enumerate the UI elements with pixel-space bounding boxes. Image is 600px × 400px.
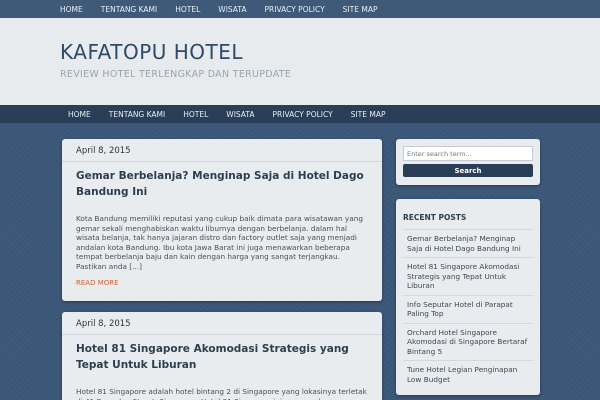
recent-posts-widget: RECENT POSTS Gemar Berbelanja? Menginap … <box>396 199 540 395</box>
main-nav-home[interactable]: HOME <box>68 110 91 119</box>
read-more-link[interactable]: READ MORE <box>62 272 382 287</box>
top-nav-wisata[interactable]: WISATA <box>218 5 246 14</box>
top-nav-site-map[interactable]: SITE MAP <box>343 5 378 14</box>
recent-post-link[interactable]: Info Seputar Hotel di Parapat Paling Top <box>403 294 533 323</box>
post-card: April 8, 2015 Gemar Berbelanja? Menginap… <box>62 139 382 301</box>
post-date: April 8, 2015 <box>62 139 382 162</box>
post-excerpt: Hotel 81 Singapore adalah hotel bintang … <box>76 387 367 400</box>
site-title[interactable]: KAFATOPU HOTEL <box>60 40 243 64</box>
post-date: April 8, 2015 <box>62 312 382 335</box>
post-card: April 8, 2015 Hotel 81 Singapore Akomoda… <box>62 312 382 400</box>
recent-post-link[interactable]: Hotel 81 Singapore Akomodasi Strategis y… <box>403 257 533 295</box>
top-nav-home[interactable]: HOME <box>60 5 83 14</box>
top-nav-hotel[interactable]: HOTEL <box>175 5 200 14</box>
search-input[interactable] <box>403 146 533 161</box>
site-description: REVIEW HOTEL TERLENGKAP DAN TERUPDATE <box>60 69 292 80</box>
main-nav-wisata[interactable]: WISATA <box>226 110 254 119</box>
post-title-link[interactable]: Hotel 81 Singapore Akomodasi Strategis y… <box>62 335 382 373</box>
post-excerpt: Kota Bandung memiliki reputasi yang cuku… <box>76 214 363 271</box>
recent-post-link[interactable]: Orchard Hotel Singapore Akomodasi di Sin… <box>403 322 533 361</box>
top-nav-tentang-kami[interactable]: TENTANG KAMI <box>101 5 157 14</box>
main-nav: HOME TENTANG KAMI HOTEL WISATA PRIVACY P… <box>0 105 600 123</box>
main-nav-tentang-kami[interactable]: TENTANG KAMI <box>109 110 165 119</box>
top-nav: HOME TENTANG KAMI HOTEL WISATA PRIVACY P… <box>0 0 600 18</box>
main-nav-privacy-policy[interactable]: PRIVACY POLICY <box>273 110 333 119</box>
main-nav-hotel[interactable]: HOTEL <box>183 110 208 119</box>
search-widget: Search <box>396 139 540 185</box>
recent-post-link[interactable]: Gemar Berbelanja? Menginap Saja di Hotel… <box>403 229 533 257</box>
search-button[interactable]: Search <box>403 164 533 177</box>
widget-title: RECENT POSTS <box>403 213 467 222</box>
post-title-link[interactable]: Gemar Berbelanja? Menginap Saja di Hotel… <box>62 162 382 200</box>
top-nav-privacy-policy[interactable]: PRIVACY POLICY <box>265 5 325 14</box>
recent-post-link[interactable]: Tune Hotel Legian Penginapan Low Budget <box>403 360 533 388</box>
site-header: KAFATOPU HOTEL REVIEW HOTEL TERLENGKAP D… <box>0 18 600 105</box>
main-nav-site-map[interactable]: SITE MAP <box>351 110 386 119</box>
